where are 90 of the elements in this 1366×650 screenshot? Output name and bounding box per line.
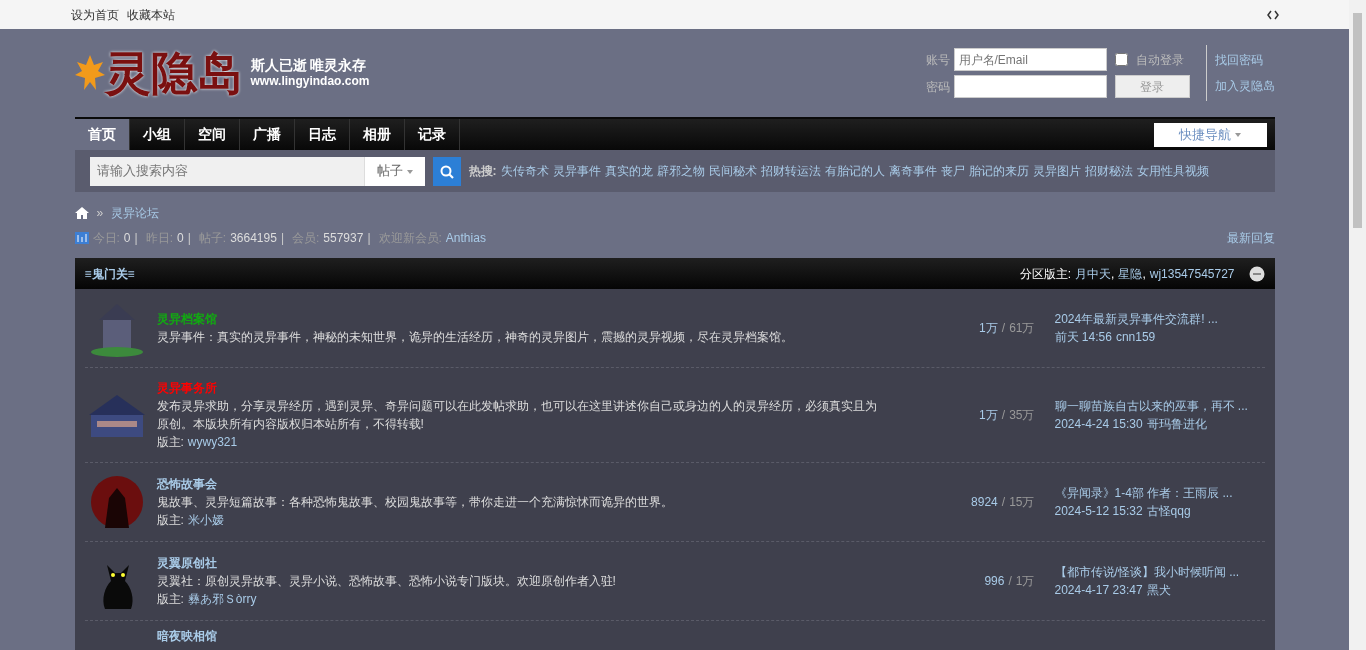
hot-search-link[interactable]: 灵异图片 <box>1032 162 1081 180</box>
moderator-label: 版主: <box>156 592 184 606</box>
post-count: 1万 <box>1015 574 1035 588</box>
section-title: ≡鬼门关≡ <box>84 265 135 283</box>
thread-count: 1万 <box>979 408 998 422</box>
stat-divider: | <box>367 230 371 247</box>
forum-description: 灵异事件：真实的灵异事件，神秘的未知世界，诡异的生活经历，神奇的灵异图片，震撼的灵异视频，尽在灵异档案馆。 <box>156 329 794 346</box>
hot-search-link[interactable]: 招财秘法 <box>1084 162 1133 180</box>
stat-divider: | <box>280 230 284 247</box>
thread-count: 1万 <box>979 321 998 335</box>
last-post-time: 2024-4-17 23:47 <box>1054 583 1143 597</box>
moderator-link[interactable]: 米小嫒 <box>187 513 224 527</box>
stat-value: 0 <box>177 230 184 247</box>
forum-description: 鬼故事、灵异短篇故事：各种恐怖鬼故事、校园鬼故事等，带你走进一个充满惊怵而诡异的世界。 <box>156 494 674 511</box>
moderator-link[interactable]: 月中天 <box>1075 264 1112 283</box>
account-label: 账号 <box>925 51 950 69</box>
post-count: 15万 <box>1009 495 1035 509</box>
home-icon[interactable] <box>74 207 89 219</box>
last-post-user[interactable]: 哥玛鲁进化 <box>1146 417 1207 431</box>
password-label: 密码 <box>925 78 950 96</box>
comma: , <box>1142 265 1146 283</box>
stat-value: 557937 <box>323 230 364 247</box>
count-separator: / <box>1008 574 1012 588</box>
top-link[interactable]: 收藏本站 <box>126 5 175 24</box>
hot-search-link[interactable]: 真实的龙 <box>604 162 653 180</box>
moderator-link[interactable]: 彝あ邪Ｓòrry <box>187 592 257 606</box>
last-post-link[interactable]: 《异闻录》1-4部 作者：王雨辰 ... <box>1054 484 1265 502</box>
hot-search-link[interactable]: 民间秘术 <box>708 162 757 180</box>
forum-description: 灵翼社：原创灵异故事、灵异小说、恐怖故事、恐怖小说专门版块。欢迎原创作者入驻! <box>156 573 617 590</box>
last-post-user[interactable]: cnn159 <box>1115 330 1156 344</box>
forum-name-link[interactable]: 恐怖故事会 <box>156 475 217 493</box>
hot-search-link[interactable]: 招财转运法 <box>760 162 821 180</box>
logo-title: 灵隐岛 <box>104 50 243 96</box>
forum-name-link[interactable]: 暗夜映相馆 <box>156 627 217 645</box>
auto-login-checkbox[interactable] <box>1114 53 1128 66</box>
thread-count: 996 <box>984 574 1005 588</box>
last-post-link[interactable]: 聊一聊苗族自古以来的巫事，再不 ... <box>1054 397 1265 415</box>
hot-search-link[interactable]: 丧尸 <box>940 162 965 180</box>
forum-name-link[interactable]: 灵异档案馆 <box>156 310 217 328</box>
scrollbar[interactable] <box>1349 0 1366 650</box>
top-link[interactable]: 设为首页 <box>70 5 119 24</box>
breadcrumb-separator: » <box>96 205 104 222</box>
last-post-user[interactable]: 古怪qqg <box>1146 504 1191 518</box>
hot-search-link[interactable]: 离奇事件 <box>888 162 937 180</box>
hot-search-link[interactable]: 失传奇术 <box>500 162 549 180</box>
comma: , <box>1111 265 1115 283</box>
logo-url: www.lingyindao.com <box>250 74 370 90</box>
stat-value: 0 <box>123 230 131 247</box>
post-count: 35万 <box>1009 408 1035 422</box>
last-post-user[interactable]: 黑犬 <box>1146 583 1171 597</box>
search-field[interactable]: 请输入搜索内容 帖子 <box>89 156 425 186</box>
hot-search-label: 热搜: <box>468 163 497 180</box>
moderator-link[interactable]: wywy321 <box>187 435 238 449</box>
nav-arrows-icon <box>1266 10 1279 21</box>
quick-nav-button[interactable]: 快捷导航 <box>1153 122 1267 147</box>
search-button[interactable] <box>432 156 461 186</box>
thread-count: 8924 <box>971 495 998 509</box>
forum-description: 发布灵异求助，分享灵异经历，遇到灵异、奇异问题可以在此发帖求助，也可以在这里讲述你自己或身边的人的灵异经历，必须真实且为原创。本版块所有内容版权归本站所有，不得转载! <box>156 398 878 433</box>
forum-name-link[interactable]: 灵翼原创社 <box>156 554 217 572</box>
chart-icon <box>74 232 89 244</box>
search-type-dropdown[interactable]: 帖子 <box>363 156 425 186</box>
logo-slogan: 斯人已逝 唯灵永存 <box>250 56 368 75</box>
last-post-link[interactable]: 【都市传说/怪谈】我小时候听闻 ... <box>1054 563 1265 581</box>
scrollbar-thumb[interactable] <box>1353 13 1362 228</box>
stat-value: 3664195 <box>230 230 277 247</box>
nav-tab[interactable]: 首页 <box>74 119 130 150</box>
moderator-link[interactable]: wj13547545727 <box>1149 264 1235 283</box>
auto-login-label: 自动登录 <box>1135 51 1184 69</box>
post-count: 61万 <box>1009 321 1035 335</box>
hot-search-link[interactable]: 有胎记的人 <box>824 162 885 180</box>
hot-search-link[interactable]: 女用性具视频 <box>1136 162 1209 180</box>
hot-search-link[interactable]: 胎记的来历 <box>968 162 1029 180</box>
account-field[interactable]: 用户名/Email <box>953 48 1107 71</box>
hot-search-link[interactable]: 辟邪之物 <box>656 162 705 180</box>
moderator-label: 版主: <box>156 435 184 449</box>
last-post-time: 2024-5-12 15:32 <box>1054 504 1143 518</box>
collapse-icon <box>1248 265 1265 282</box>
last-post-time: 前天 14:56 <box>1054 330 1112 344</box>
stat-divider: | <box>187 230 191 247</box>
search-icon <box>439 164 454 179</box>
moderator-label: 版主: <box>156 513 184 527</box>
last-post-link[interactable]: 2024年最新灵异事件交流群! ... <box>1054 310 1265 328</box>
hot-search-link[interactable]: 灵异事件 <box>552 162 601 180</box>
moderators-label: 分区版主: <box>1019 265 1072 283</box>
count-separator: / <box>1001 408 1006 422</box>
last-post-time: 2024-4-24 15:30 <box>1054 417 1143 431</box>
count-separator: / <box>1001 321 1006 335</box>
count-separator: / <box>1001 495 1006 509</box>
password-field[interactable] <box>953 75 1107 98</box>
stat-divider: | <box>134 230 138 247</box>
